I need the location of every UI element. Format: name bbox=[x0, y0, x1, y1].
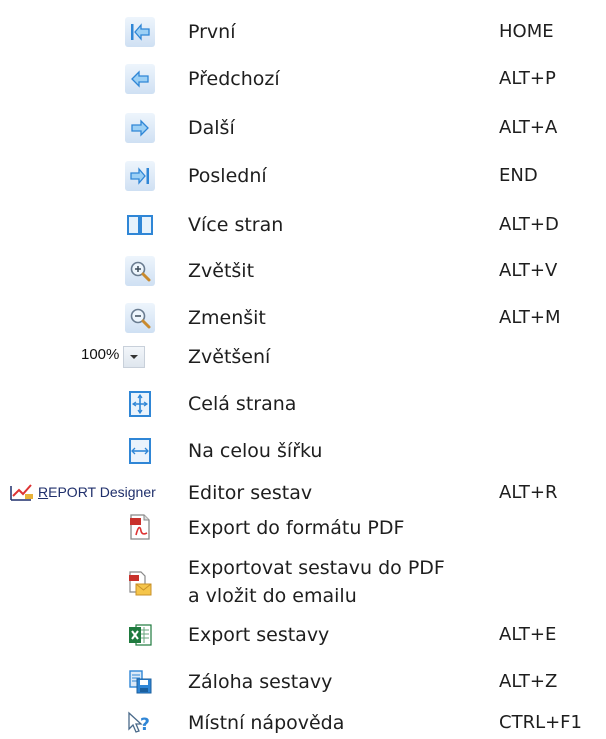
menu-label-page-width: Na celou šířku bbox=[188, 440, 323, 462]
shortcut-zoom-in: ALT+V bbox=[499, 260, 558, 281]
menu-row-next[interactable]: Další ALT+A bbox=[0, 112, 606, 144]
menu-label-previous: Předchozí bbox=[188, 68, 280, 90]
menu-label-whole-page: Celá strana bbox=[188, 393, 297, 415]
excel-export-icon[interactable] bbox=[124, 619, 156, 651]
menu-row-first[interactable]: První HOME bbox=[0, 16, 606, 48]
shortcut-multiple-pages: ALT+D bbox=[499, 214, 559, 235]
whole-page-icon[interactable] bbox=[124, 388, 156, 420]
shortcut-export-report: ALT+E bbox=[499, 624, 557, 645]
previous-page-icon[interactable] bbox=[124, 63, 156, 95]
shortcut-zoom-out: ALT+M bbox=[499, 307, 561, 328]
page-width-icon[interactable] bbox=[124, 435, 156, 467]
menu-label-export-pdf: Export do formátu PDF bbox=[188, 517, 405, 539]
menu-row-previous[interactable]: Předchozí ALT+P bbox=[0, 63, 606, 95]
menu-row-export-report[interactable]: Export sestavy ALT+E bbox=[0, 619, 606, 651]
menu-row-zoom-out[interactable]: Zmenšit ALT+M bbox=[0, 302, 606, 334]
shortcut-previous: ALT+P bbox=[499, 68, 556, 89]
menu-label-report-editor: Editor sestav bbox=[188, 482, 313, 504]
shortcut-first: HOME bbox=[499, 21, 554, 42]
menu-row-export-pdf[interactable]: Export do formátu PDF bbox=[0, 511, 606, 545]
svg-text:?: ? bbox=[140, 715, 150, 735]
shortcut-context-help: CTRL+F1 bbox=[499, 712, 582, 733]
first-page-icon[interactable] bbox=[124, 16, 156, 48]
menu-label-multiple-pages: Více stran bbox=[188, 214, 284, 236]
menu-label-export-pdf-email-line2: a vložit do emailu bbox=[188, 585, 357, 607]
shortcut-next: ALT+A bbox=[499, 117, 558, 138]
next-page-icon[interactable] bbox=[124, 112, 156, 144]
menu-row-report-editor: Editor sestav ALT+R bbox=[0, 480, 606, 508]
menu-label-next: Další bbox=[188, 117, 235, 139]
menu-row-page-width[interactable]: Na celou šířku bbox=[0, 435, 606, 467]
multiple-pages-icon[interactable] bbox=[124, 209, 156, 241]
menu-row-backup-report[interactable]: Záloha sestavy ALT+Z bbox=[0, 666, 606, 698]
menu-label-export-report: Export sestavy bbox=[188, 624, 330, 646]
context-help-icon[interactable]: ? bbox=[124, 707, 156, 739]
menu-row-context-help[interactable]: ? Místní nápověda CTRL+F1 bbox=[0, 707, 606, 739]
pdf-export-icon[interactable] bbox=[124, 511, 156, 543]
menu-label-last: Poslední bbox=[188, 165, 267, 187]
shortcut-backup-report: ALT+Z bbox=[499, 671, 558, 692]
last-page-icon[interactable] bbox=[124, 160, 156, 192]
menu-row-whole-page[interactable]: Celá strana bbox=[0, 388, 606, 420]
menu-label-zoom: Zvětšení bbox=[188, 346, 271, 368]
zoom-in-icon[interactable] bbox=[124, 255, 156, 287]
menu-label-backup-report: Záloha sestavy bbox=[188, 671, 333, 693]
menu-row-zoom: Zvětšení bbox=[0, 344, 606, 372]
menu-row-last[interactable]: Poslední END bbox=[0, 160, 606, 192]
menu-label-zoom-in: Zvětšit bbox=[188, 260, 255, 282]
pdf-email-icon[interactable] bbox=[124, 568, 156, 600]
menu-label-first: První bbox=[188, 21, 236, 43]
menu-label-zoom-out: Zmenšit bbox=[188, 307, 266, 329]
shortcut-report-editor: ALT+R bbox=[499, 482, 558, 503]
menu-label-context-help: Místní nápověda bbox=[188, 712, 345, 734]
menu-row-export-pdf-email[interactable]: Exportovat sestavu do PDF a vložit do em… bbox=[0, 556, 606, 612]
backup-report-icon[interactable] bbox=[124, 666, 156, 698]
menu-row-zoom-in[interactable]: Zvětšit ALT+V bbox=[0, 255, 606, 287]
menu-row-multiple-pages[interactable]: Více stran ALT+D bbox=[0, 209, 606, 241]
zoom-out-icon[interactable] bbox=[124, 302, 156, 334]
menu-label-export-pdf-email-line1: Exportovat sestavu do PDF bbox=[188, 557, 445, 579]
shortcut-last: END bbox=[499, 165, 538, 186]
